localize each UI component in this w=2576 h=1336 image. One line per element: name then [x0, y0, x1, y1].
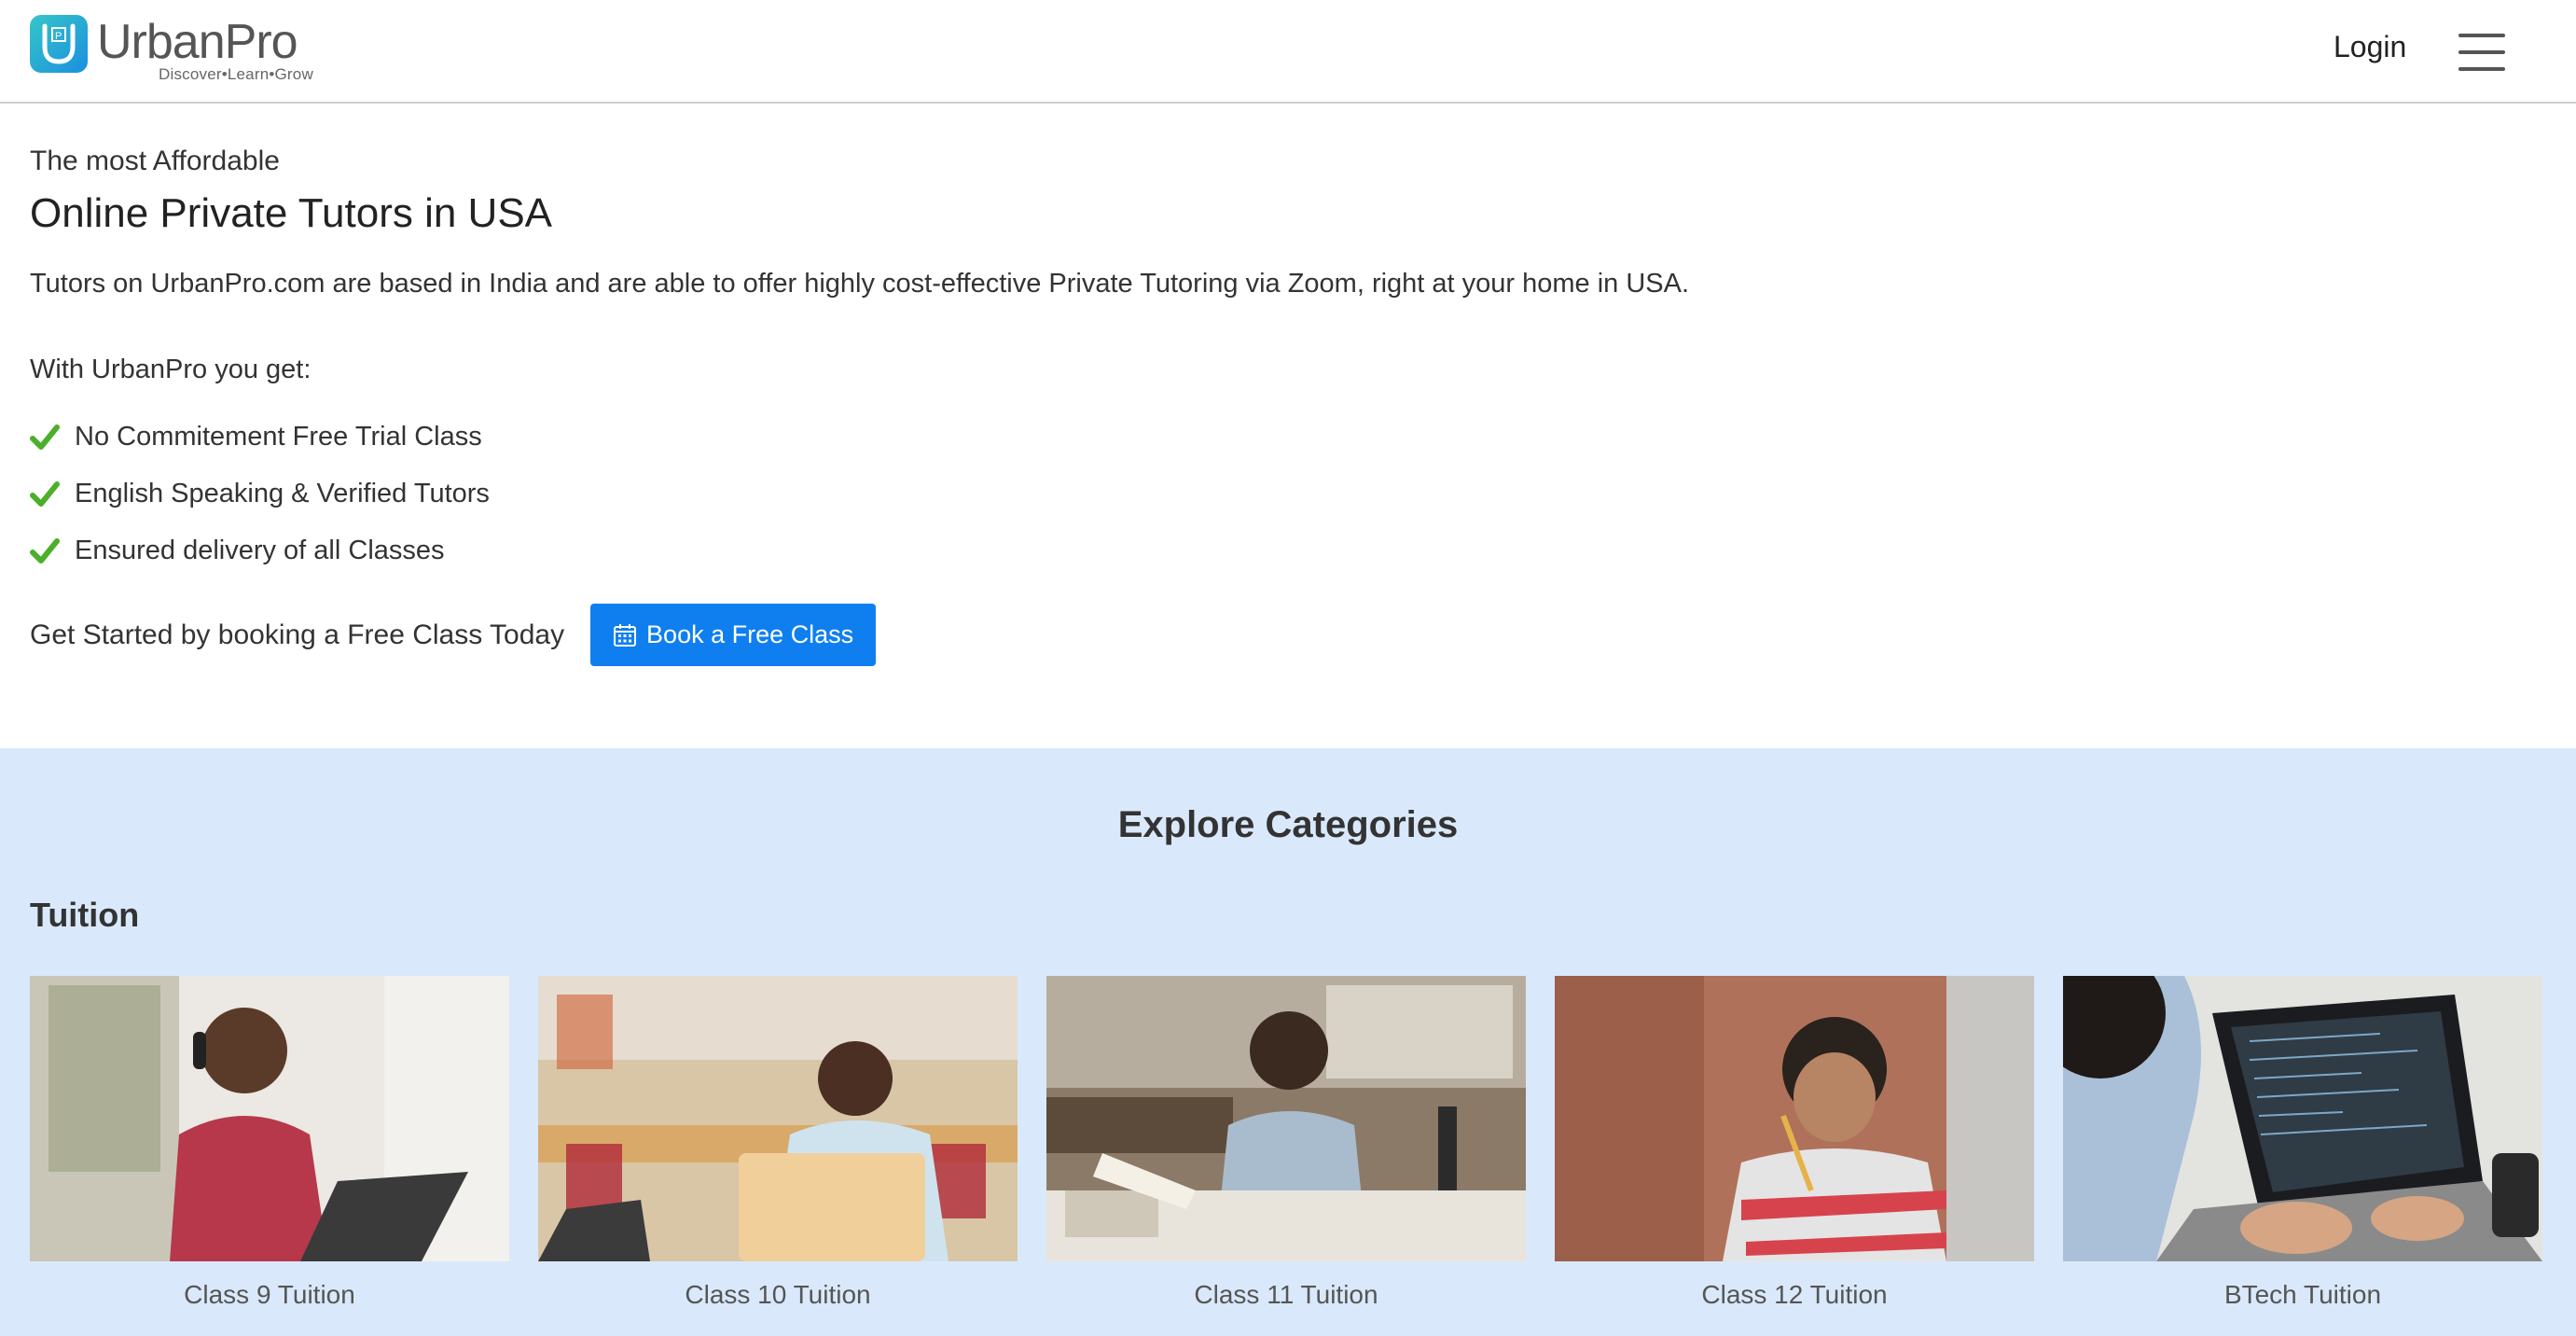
category-label: Class 10 Tuition: [685, 1280, 871, 1309]
category-label: Class 11 Tuition: [1194, 1280, 1378, 1309]
hero-description: Tutors on UrbanPro.com are based in Indi…: [30, 269, 1690, 299]
section-title: Explore Categories: [1117, 804, 1459, 845]
category-cards: Class 9 Tuition Class 10 Tuition Class 1…: [30, 976, 2548, 1310]
benefit-label: English Speaking & Verified Tutors: [75, 479, 490, 508]
explore-categories-section: Explore Categories Tuition Class 9 Tuiti…: [0, 748, 2576, 1336]
cta-text: Get Started by booking a Free Class Toda…: [30, 619, 565, 650]
benefit-item: No Commitement Free Trial Class: [30, 409, 490, 466]
benefit-label: Ensured delivery of all Classes: [75, 536, 445, 565]
urbanpro-logo-icon: P: [30, 15, 88, 73]
book-free-class-button[interactable]: Book a Free Class: [590, 604, 877, 666]
category-image: [1046, 976, 1526, 1261]
benefit-item: Ensured delivery of all Classes: [30, 522, 490, 579]
category-card-class-9[interactable]: Class 9 Tuition: [30, 976, 509, 1310]
checkmark-icon: [30, 537, 60, 564]
category-image: [1555, 976, 2034, 1261]
category-card-btech[interactable]: BTech Tuition: [2063, 976, 2542, 1310]
book-free-class-label: Book a Free Class: [646, 620, 854, 648]
hero-eyebrow: The most Affordable: [30, 146, 280, 176]
category-label: Class 12 Tuition: [1701, 1280, 1888, 1309]
category-image: [538, 976, 1018, 1261]
site-header: P UrbanPro Discover•Learn•Grow Login: [0, 0, 2576, 104]
tuition-heading: Tuition: [30, 896, 140, 934]
category-card-class-10[interactable]: Class 10 Tuition: [538, 976, 1018, 1310]
category-image: [30, 976, 509, 1261]
category-card-class-11[interactable]: Class 11 Tuition: [1046, 976, 1526, 1310]
benefits-list: No Commitement Free Trial Class English …: [30, 409, 490, 579]
cta-row: Get Started by booking a Free Class Toda…: [30, 604, 877, 666]
benefit-label: No Commitement Free Trial Class: [75, 422, 482, 452]
checkmark-icon: [30, 480, 60, 507]
benefit-item: English Speaking & Verified Tutors: [30, 466, 490, 522]
category-label: Class 9 Tuition: [184, 1280, 355, 1309]
hamburger-menu-icon[interactable]: [2458, 34, 2507, 71]
svg-text:P: P: [55, 31, 62, 42]
page-title: Online Private Tutors in USA: [30, 190, 553, 236]
login-link[interactable]: Login: [2334, 30, 2406, 64]
brand-logo[interactable]: P UrbanPro Discover•Learn•Grow: [30, 15, 313, 83]
brand-name: UrbanPro: [97, 15, 298, 69]
benefits-heading: With UrbanPro you get:: [30, 355, 312, 384]
category-label: BTech Tuition: [2223, 1280, 2382, 1309]
checkmark-icon: [30, 424, 60, 450]
category-card-class-12[interactable]: Class 12 Tuition: [1555, 976, 2034, 1310]
calendar-icon: [614, 623, 637, 647]
brand-tagline: Discover•Learn•Grow: [159, 65, 313, 83]
category-image: [2063, 976, 2542, 1261]
